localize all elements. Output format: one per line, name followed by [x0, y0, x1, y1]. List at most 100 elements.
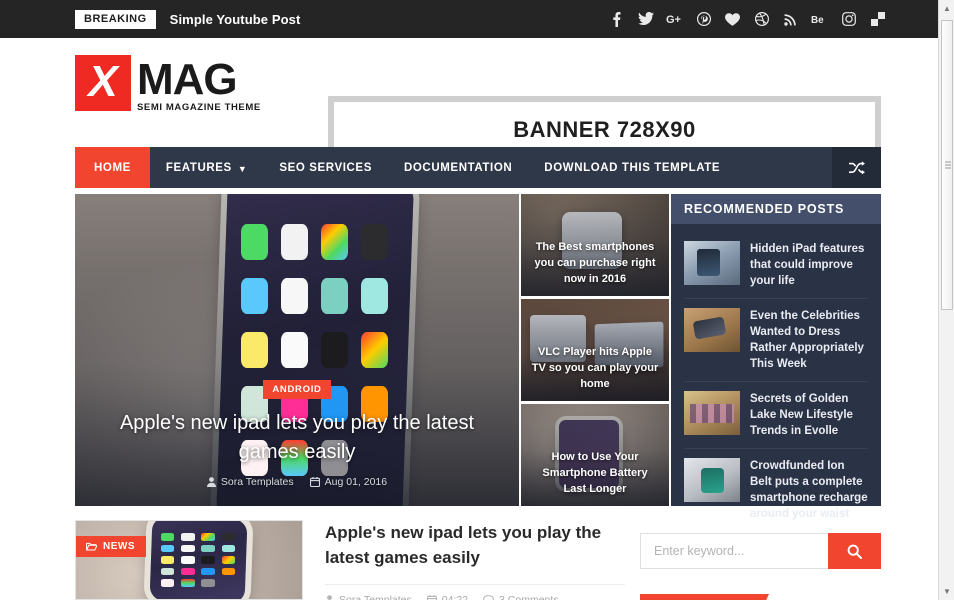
recommended-thumb-2: [684, 308, 740, 352]
list-item[interactable]: Even the Celebrities Wanted to Dress Rat…: [684, 299, 868, 382]
mid-post-3-title[interactable]: How to Use Your Smartphone Battery Last …: [521, 449, 669, 497]
latest-post-meta: Sora Templates 04:22 3 Comments: [325, 584, 625, 600]
logo-tagline: SEMI MAGAZINE THEME: [137, 102, 261, 113]
latest-post-thumbnail[interactable]: NEWS: [75, 520, 303, 600]
featured-author-label: Sora Templates: [220, 476, 294, 488]
search-button[interactable]: [828, 533, 881, 569]
folder-icon: [86, 542, 97, 551]
news-badge-label: NEWS: [103, 541, 135, 552]
scroll-up-arrow-icon[interactable]: ▲: [939, 0, 954, 17]
featured-mid-post-2[interactable]: VLC Player hits Apple TV so you can play…: [521, 299, 669, 401]
main-navigation: HOME FEATURES ▼ SEO SERVICES DOCUMENTATI…: [75, 147, 881, 188]
latest-post-time-label: 04:22: [441, 594, 469, 600]
content-below-fold: NEWS Apple's new ipad lets you play the …: [75, 520, 881, 600]
browser-scrollbar[interactable]: ▲ ▼: [938, 0, 954, 600]
chevron-down-icon: ▼: [237, 163, 248, 174]
latest-post-author-label: Sora Templates: [339, 594, 412, 600]
latest-post-author: Sora Templates: [325, 594, 412, 600]
recommended-thumb-3: [684, 391, 740, 435]
recommended-title-4[interactable]: Crowdfunded Ion Belt puts a complete sma…: [750, 458, 868, 522]
featured-mid-column: The Best smartphones you can purchase ri…: [521, 194, 669, 506]
dribbble-icon[interactable]: [753, 11, 770, 28]
nav-label-seo-services: SEO SERVICES: [279, 161, 372, 174]
featured-main-title[interactable]: Apple's new ipad lets you play the lates…: [101, 409, 493, 467]
svg-text:Be: Be: [811, 15, 824, 25]
site-logo[interactable]: X MAG SEMI MAGAZINE THEME: [75, 55, 261, 113]
pinterest-icon[interactable]: [695, 11, 712, 28]
featured-date-label: Aug 01, 2016: [324, 476, 388, 488]
latest-post-body: Apple's new ipad lets you play the lates…: [325, 520, 625, 600]
recommended-posts-heading: RECOMMENDED POSTS: [671, 194, 881, 224]
nav-item-home[interactable]: HOME: [75, 147, 150, 188]
recommended-thumb-1: [684, 241, 740, 285]
featured-mid-post-3[interactable]: How to Use Your Smartphone Battery Last …: [521, 404, 669, 506]
site-header: X MAG SEMI MAGAZINE THEME BANNER 728X90: [0, 38, 954, 164]
svg-text:G+: G+: [666, 14, 681, 25]
recommended-title-1[interactable]: Hidden iPad features that could improve …: [750, 241, 868, 289]
list-item[interactable]: Secrets of Golden Lake New Lifestyle Tre…: [684, 382, 868, 449]
shuffle-icon[interactable]: [832, 147, 881, 188]
list-item[interactable]: Crowdfunded Ion Belt puts a complete sma…: [684, 449, 868, 531]
list-item[interactable]: Hidden iPad features that could improve …: [684, 232, 868, 299]
flickr-square-icon[interactable]: [869, 11, 886, 28]
nav-label-home: HOME: [94, 161, 131, 174]
search-input[interactable]: [640, 533, 828, 569]
latest-post-row: NEWS Apple's new ipad lets you play the …: [75, 520, 881, 600]
logo-x-mark: X: [75, 55, 131, 111]
featured-mid-post-1[interactable]: The Best smartphones you can purchase ri…: [521, 194, 669, 296]
featured-posts-grid: ANDROID Apple's new ipad lets you play t…: [75, 194, 881, 520]
featured-author: Sora Templates: [206, 476, 294, 488]
nav-item-seo-services[interactable]: SEO SERVICES: [263, 147, 388, 188]
search-box: [640, 533, 881, 569]
page-root: BREAKING Simple Youtube Post G+ Be X MAG…: [0, 0, 954, 600]
social-links: G+ Be: [608, 0, 886, 38]
calendar-icon: [426, 595, 437, 600]
nav-item-features[interactable]: FEATURES ▼: [150, 147, 263, 188]
rss-icon[interactable]: [782, 11, 799, 28]
breaking-badge: BREAKING: [75, 9, 156, 29]
featured-date: Aug 01, 2016: [309, 476, 388, 488]
featured-main-meta: Sora Templates Aug 01, 2016: [101, 476, 493, 488]
nav-item-documentation[interactable]: DOCUMENTATION: [388, 147, 528, 188]
mid-post-2-title[interactable]: VLC Player hits Apple TV so you can play…: [521, 344, 669, 392]
facebook-icon[interactable]: [608, 11, 625, 28]
recommended-thumb-4: [684, 458, 740, 502]
breaking-news-headline[interactable]: Simple Youtube Post: [170, 12, 301, 27]
calendar-icon: [309, 477, 320, 487]
latest-post-time: 04:22: [426, 594, 469, 600]
twitter-icon[interactable]: [637, 11, 654, 28]
recommended-title-3[interactable]: Secrets of Golden Lake New Lifestyle Tre…: [750, 391, 868, 439]
sidebar-search-widget: ABOUT & SOCIAL: [640, 533, 881, 600]
recommended-posts-widget: RECOMMENDED POSTS Hidden iPad features t…: [671, 194, 881, 520]
logo-text-block: MAG SEMI MAGAZINE THEME: [137, 55, 261, 113]
latest-post-comments-label: 3 Comments: [499, 594, 559, 600]
nav-item-download-template[interactable]: DOWNLOAD THIS TEMPLATE: [528, 147, 736, 188]
search-icon: [847, 544, 862, 559]
recommended-title-2[interactable]: Even the Celebrities Wanted to Dress Rat…: [750, 308, 868, 372]
nav-label-download-template: DOWNLOAD THIS TEMPLATE: [544, 161, 721, 174]
featured-main-post[interactable]: ANDROID Apple's new ipad lets you play t…: [75, 194, 519, 506]
breaking-news-bar: BREAKING Simple Youtube Post G+ Be: [0, 0, 954, 38]
latest-post-title[interactable]: Apple's new ipad lets you play the lates…: [325, 520, 625, 570]
recommended-posts-list: Hidden iPad features that could improve …: [671, 224, 881, 531]
heart-bloglovin-icon[interactable]: [724, 11, 741, 28]
latest-post-comments[interactable]: 3 Comments: [483, 594, 559, 600]
behance-icon[interactable]: Be: [811, 11, 828, 28]
instagram-icon[interactable]: [840, 11, 857, 28]
logo-wordmark: MAG: [137, 55, 238, 104]
featured-main-body: ANDROID Apple's new ipad lets you play t…: [75, 379, 519, 488]
mid-post-1-title[interactable]: The Best smartphones you can purchase ri…: [521, 239, 669, 287]
scrollbar-grip: [945, 161, 951, 169]
banner-label: BANNER 728X90: [513, 117, 696, 142]
category-badge-android[interactable]: ANDROID: [263, 380, 331, 399]
scrollbar-thumb[interactable]: [941, 20, 953, 310]
scroll-down-arrow-icon[interactable]: ▼: [939, 583, 954, 600]
category-badge-news[interactable]: NEWS: [76, 536, 146, 557]
latest-post-image: [76, 521, 302, 599]
user-icon: [327, 595, 332, 600]
google-plus-icon[interactable]: G+: [666, 11, 683, 28]
about-social-widget-title: ABOUT & SOCIAL: [640, 594, 769, 600]
nav-label-documentation: DOCUMENTATION: [403, 161, 513, 174]
nav-label-features: FEATURES: [165, 161, 232, 174]
